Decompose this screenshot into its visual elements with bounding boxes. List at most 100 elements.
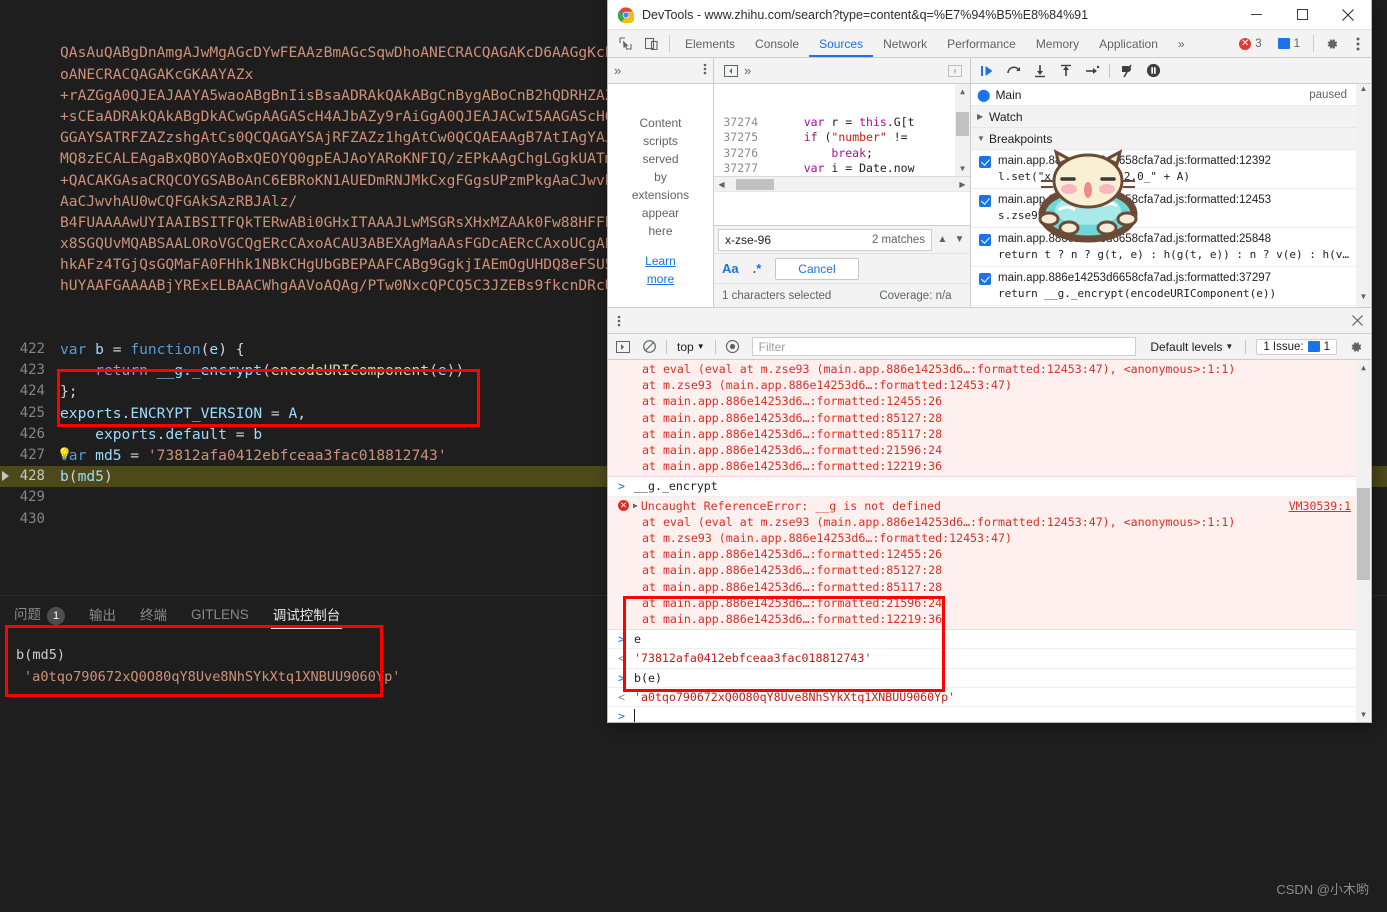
learn-more-word[interactable]: more [645,270,676,288]
search-cancel-button[interactable]: Cancel [775,257,859,280]
source-line[interactable]: 37275 if ("number" != [714,130,970,145]
scrollbar-thumb[interactable] [736,179,774,190]
stack-frame[interactable]: at m.zse93 (main.app.886e14253d6…:format… [608,530,1371,546]
show-debugger-icon[interactable] [948,64,966,77]
resume-script-icon[interactable] [977,61,999,81]
breakpoint-location[interactable]: main.app.886e14253d6658cfa7ad.js:formatt… [998,154,1271,169]
tab-elements[interactable]: Elements [675,30,745,57]
panel-tabs[interactable]: Elements Console Sources Network Performance… [675,30,1168,57]
console-vertical-scrollbar[interactable]: ▲ ▼ [1356,360,1371,722]
stack-frame[interactable]: at main.app.886e14253d6…:formatted:12219… [608,458,1371,474]
learn-more-link[interactable]: Learn more [645,252,676,288]
scroll-left-arrow-icon[interactable]: ◀ [714,180,729,189]
panel-tab-输出[interactable]: 输出 [87,600,118,628]
tab-console[interactable]: Console [745,30,809,57]
stack-frame[interactable]: at eval (eval at m.zse93 (main.app.886e1… [608,514,1371,530]
console-messages[interactable]: at eval (eval at m.zse93 (main.app.886e1… [608,360,1371,722]
close-icon[interactable] [1325,0,1371,30]
watch-section-header[interactable]: ▶ Watch [971,106,1371,128]
minimize-icon[interactable] [1233,0,1279,30]
error-count-badge[interactable]: ✕ 3 [1233,34,1267,53]
stack-frame[interactable]: at eval (eval at m.zse93 (main.app.886e1… [608,361,1371,377]
breakpoint-item[interactable]: main.app.886e14253d6658cfa7ad.js:formatt… [971,228,1371,267]
stack-frame[interactable]: at main.app.886e14253d6…:formatted:12455… [608,546,1371,562]
gear-icon[interactable] [1319,30,1345,57]
scroll-down-arrow-icon[interactable]: ▼ [1356,707,1371,722]
tab-sources[interactable]: Sources [809,30,873,57]
breakpoint-checkbox[interactable] [979,195,991,207]
tab-performance[interactable]: Performance [937,30,1026,57]
breakpoint-location[interactable]: main.app.886e14253d6658cfa7ad.js:formatt… [998,193,1271,208]
scroll-down-arrow-icon[interactable]: ▼ [1356,292,1371,307]
debugger-toolbar[interactable] [971,58,1371,84]
scroll-down-arrow-icon[interactable]: ▼ [955,161,970,176]
stack-frame[interactable]: at m.zse93 (main.app.886e14253d6…:format… [608,377,1371,393]
scrollbar-thumb[interactable] [1357,488,1370,580]
tab-memory[interactable]: Memory [1026,30,1089,57]
debugger-vertical-scrollbar[interactable]: ▲ ▼ [1356,84,1371,307]
tab-application[interactable]: Application [1089,30,1168,57]
scroll-up-arrow-icon[interactable]: ▲ [1356,360,1371,375]
search-input[interactable]: x-zse-96 2 matches [718,228,932,251]
step-icon[interactable] [1081,61,1103,81]
gear-icon[interactable] [1345,337,1367,357]
console-input-row[interactable]: > e [608,630,1371,650]
console-sidebar-icon[interactable] [612,337,634,357]
live-expression-icon[interactable] [722,337,744,357]
scrollbar-thumb[interactable] [956,112,969,136]
breakpoint-checkbox[interactable] [979,273,991,285]
source-line[interactable]: 37277 var i = Date.now [714,161,970,176]
breakpoint-item[interactable]: main.app.886e14253d6658cfa7ad.js:formatt… [971,189,1371,228]
drawer-more-icon[interactable] [608,308,630,333]
console-toolbar[interactable]: top ▼ Filter Default levels ▼ 1 Issue: 1 [608,334,1371,360]
error-title-row[interactable]: ✕ ▶ Uncaught ReferenceError: __g is not de… [608,498,1371,514]
chevron-up-icon[interactable]: ▲ [934,234,951,245]
step-over-icon[interactable] [1003,61,1025,81]
devtools-tabbar[interactable]: Elements Console Sources Network Performance… [608,30,1371,58]
device-toolbar-icon[interactable] [638,30,664,57]
more-tabs-icon[interactable]: » [1168,30,1195,57]
chevron-down-icon[interactable]: ▼ [951,234,968,245]
tab-network[interactable]: Network [873,30,937,57]
panel-tab-GITLENS[interactable]: GITLENS [189,603,251,626]
learn-more-word[interactable]: Learn [645,252,676,270]
navigator-more-icon[interactable] [703,63,707,78]
console-input-row[interactable]: > b(e) [608,669,1371,688]
breakpoint-location[interactable]: main.app.886e14253d6658cfa7ad.js:formatt… [998,232,1349,247]
breakpoint-list[interactable]: main.app.886e14253d6658cfa7ad.js:formatt… [971,150,1371,307]
stack-frame[interactable]: at main.app.886e14253d6…:formatted:85117… [608,579,1371,595]
search-bar[interactable]: x-zse-96 2 matches ▲ ▼ [714,225,970,253]
error-source-link[interactable]: VM30539:1 [1289,498,1351,514]
pause-on-exceptions-icon[interactable] [1142,61,1164,81]
show-navigator-icon[interactable] [724,64,738,77]
stack-frame[interactable]: at main.app.886e14253d6…:formatted:21596… [608,442,1371,458]
source-line[interactable]: 37276 break; [714,146,970,161]
editor-overflow-icon[interactable]: » [744,63,751,78]
clear-console-icon[interactable] [638,337,660,357]
scroll-up-arrow-icon[interactable]: ▲ [1356,84,1371,99]
inspect-element-icon[interactable] [612,30,638,57]
panel-tab-终端[interactable]: 终端 [138,600,169,628]
maximize-icon[interactable] [1279,0,1325,30]
more-options-icon[interactable] [1345,30,1371,57]
match-case-toggle[interactable]: Aa [722,261,739,276]
search-options[interactable]: Aa .* Cancel [714,253,970,283]
navigator-overflow-icon[interactable]: » [614,63,621,78]
lightbulb-icon[interactable]: 💡 [57,447,72,462]
regex-toggle[interactable]: .* [753,261,762,276]
drawer-tabbar[interactable] [608,308,1371,334]
editor-tabstrip[interactable]: » [714,58,970,84]
log-levels-selector[interactable]: Default levels ▼ [1144,340,1239,354]
console-input-row[interactable]: > __g._encrypt [608,477,1371,497]
stack-frame[interactable]: at main.app.886e14253d6…:formatted:12219… [608,611,1371,627]
execution-context-selector[interactable]: top ▼ [673,340,709,354]
source-vertical-scrollbar[interactable]: ▲ ▼ [955,84,970,176]
source-code-view[interactable]: 37274 var r = this.G[t 37275 if ("number"… [714,84,970,176]
stack-frame[interactable]: at main.app.886e14253d6…:formatted:21596… [608,595,1371,611]
step-into-icon[interactable] [1029,61,1051,81]
drawer-close-icon[interactable] [1343,308,1371,333]
scroll-up-arrow-icon[interactable]: ▲ [955,84,970,99]
breakpoints-section-header[interactable]: ▼ Breakpoints [971,128,1371,150]
breakpoint-item[interactable]: main.app.886e14253d6658cfa7ad.js:formatt… [971,150,1371,189]
message-count-badge[interactable]: 1 [1272,34,1306,53]
